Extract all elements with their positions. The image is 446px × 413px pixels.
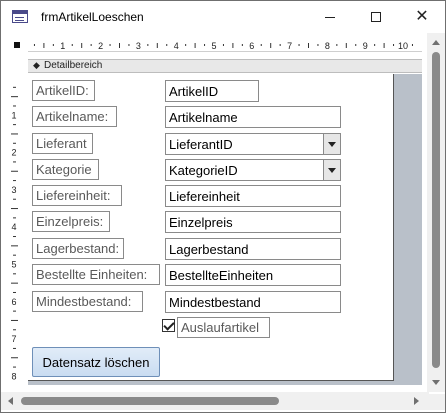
- minimize-icon: [325, 16, 335, 18]
- liefereinheit-textbox[interactable]: Liefereinheit: [165, 185, 341, 207]
- resize-grip[interactable]: [429, 394, 445, 410]
- kategorieid-dropdown-button[interactable]: [323, 160, 340, 180]
- chevron-down-icon: [328, 141, 336, 147]
- horizontal-scrollbar[interactable]: [1, 392, 429, 410]
- maximize-button[interactable]: [353, 1, 399, 33]
- close-icon: ✕: [415, 8, 429, 25]
- kategorieid-combobox[interactable]: KategorieID: [165, 159, 341, 181]
- label-artikelname[interactable]: Artikelname:: [32, 106, 117, 127]
- detail-section-header[interactable]: ◆ Detailbereich: [28, 59, 422, 73]
- vertical-scrollbar[interactable]: [427, 33, 445, 392]
- ruler-number: 7: [287, 41, 292, 51]
- vertical-ruler[interactable]: 1 2 3 4 5 6 7 8: [8, 75, 21, 385]
- scroll-right-icon[interactable]: [414, 397, 419, 405]
- artikelname-textbox[interactable]: Artikelname: [165, 106, 341, 128]
- close-button[interactable]: ✕: [399, 1, 445, 33]
- ruler-number: 2: [11, 148, 16, 158]
- form-icon: [12, 10, 28, 23]
- ruler-number: 4: [174, 41, 179, 51]
- label-einzelpreis[interactable]: Einzelpreis:: [32, 211, 110, 232]
- ruler-number: 8: [325, 41, 330, 51]
- ruler-number: 10: [398, 41, 408, 51]
- ruler-corner[interactable]: [10, 38, 23, 51]
- ruler-number: 1: [60, 41, 65, 51]
- horizontal-ruler[interactable]: 1 2 3 4 5 6 7 8 9 10: [28, 38, 422, 52]
- scroll-down-icon[interactable]: [432, 380, 440, 385]
- horizontal-scroll-thumb[interactable]: [21, 397, 279, 405]
- label-liefereinheit[interactable]: Liefereinheit:: [32, 185, 122, 206]
- mindestbestand-textbox[interactable]: Mindestbestand: [165, 291, 341, 313]
- ruler-number: 3: [136, 41, 141, 51]
- ruler-number: 5: [211, 41, 216, 51]
- lagerbestand-textbox[interactable]: Lagerbestand: [165, 238, 341, 260]
- select-form-icon: [14, 42, 20, 48]
- scroll-up-icon[interactable]: [432, 40, 440, 45]
- bestellteeinheiten-textbox[interactable]: BestellteEinheiten: [165, 264, 341, 286]
- ruler-number: 8: [11, 371, 16, 381]
- label-lagerbestand[interactable]: Lagerbestand:: [32, 238, 124, 259]
- auslaufartikel-checkbox[interactable]: [162, 319, 175, 332]
- lieferantid-value: LieferantID: [169, 137, 233, 152]
- scroll-left-icon[interactable]: [8, 397, 13, 405]
- maximize-icon: [371, 12, 381, 22]
- artikelid-textbox[interactable]: ArtikelID: [165, 80, 259, 102]
- horizontal-ruler-marks: 1 2 3 4 5 6 7 8 9 10: [33, 41, 413, 51]
- minimize-button[interactable]: [307, 1, 353, 33]
- label-mindestbestand[interactable]: Mindestbestand:: [32, 291, 143, 312]
- ruler-number: 6: [11, 297, 16, 307]
- label-artikelid[interactable]: ArtikelID:: [32, 80, 95, 101]
- delete-record-button[interactable]: Datensatz löschen: [32, 347, 160, 377]
- ruler-number: 7: [11, 334, 16, 344]
- title-bar: frmArtikelLoeschen ✕: [1, 1, 445, 33]
- form-window: frmArtikelLoeschen ✕ 1 2 3 4 5 6 7 8 9 10 ◆ Detai…: [0, 0, 446, 413]
- label-kategorie[interactable]: Kategorie: [32, 159, 99, 180]
- window-title: frmArtikelLoeschen: [41, 10, 144, 24]
- vertical-ruler-marks: 1 2 3 4 5 6 7 8: [11, 86, 18, 381]
- lieferantid-combobox[interactable]: LieferantID: [165, 133, 341, 155]
- ruler-number: 2: [98, 41, 103, 51]
- ruler-number: 3: [11, 185, 16, 195]
- label-lieferant[interactable]: Lieferant: [32, 133, 93, 154]
- ruler-number: 6: [249, 41, 254, 51]
- ruler-number: 9: [363, 41, 368, 51]
- ruler-number: 1: [11, 110, 16, 120]
- label-bestellte-einheiten[interactable]: Bestellte Einheiten:: [32, 264, 160, 285]
- section-label: Detailbereich: [44, 60, 103, 71]
- label-auslaufartikel[interactable]: Auslaufartikel: [177, 317, 270, 338]
- ruler-number: 4: [11, 222, 16, 232]
- vertical-scroll-thumb[interactable]: [432, 52, 440, 368]
- einzelpreis-textbox[interactable]: Einzelpreis: [165, 211, 341, 233]
- ruler-number: 5: [11, 260, 16, 270]
- section-arrow-icon: ◆: [33, 60, 40, 70]
- chevron-down-icon: [328, 167, 336, 173]
- lieferantid-dropdown-button[interactable]: [323, 134, 340, 154]
- kategorieid-value: KategorieID: [169, 163, 238, 178]
